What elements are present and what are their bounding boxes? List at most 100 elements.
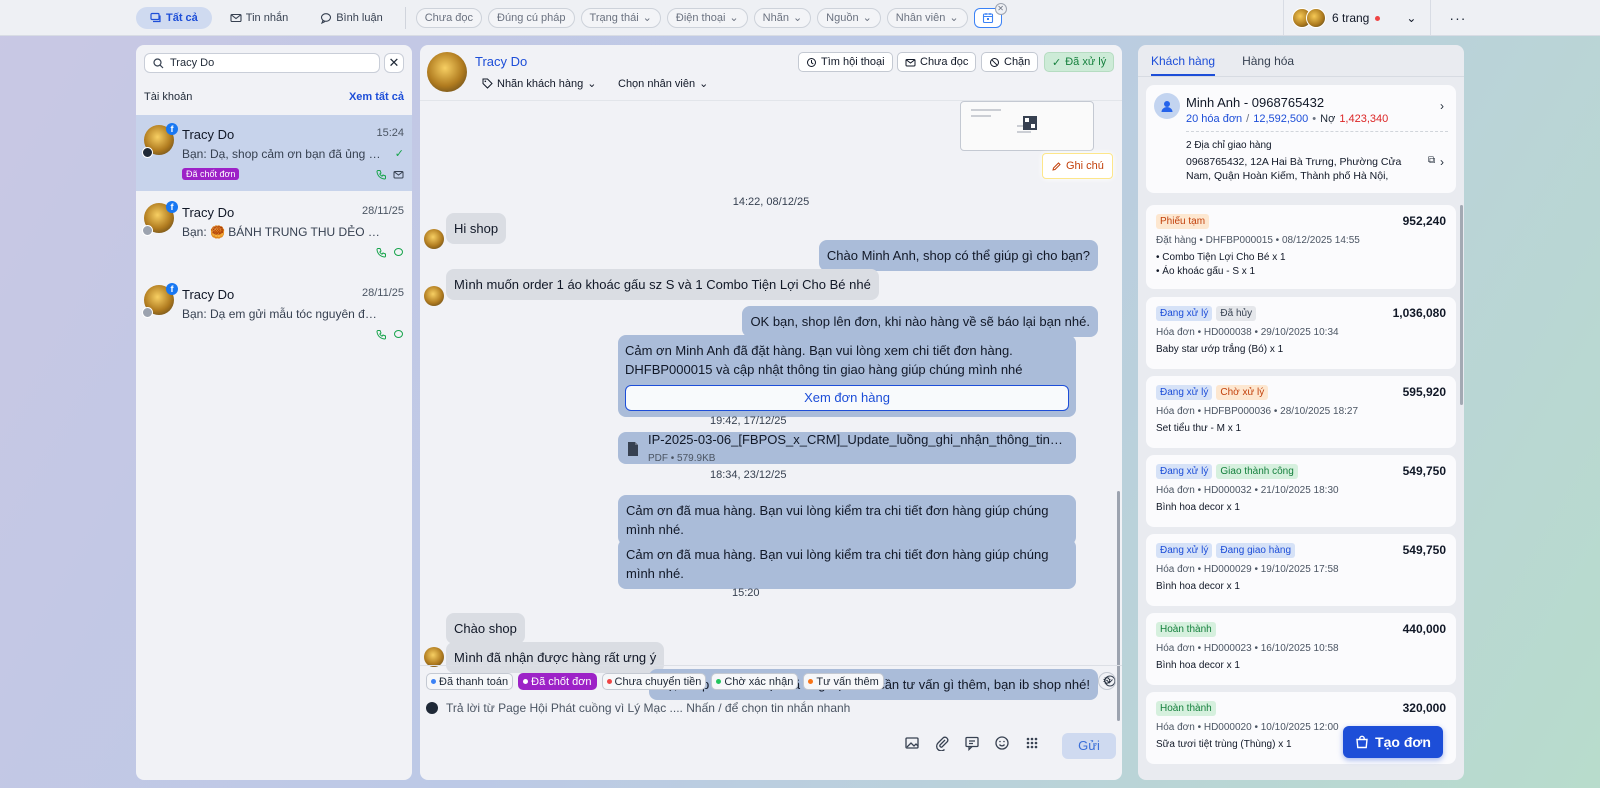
search-input[interactable]: Tracy Do [144, 53, 380, 73]
divider [404, 6, 406, 29]
tag-dot [523, 679, 529, 684]
conversation-item[interactable]: f Tracy Do 15:24 Bạn: Dạ, shop cảm ơn bạ… [136, 115, 412, 191]
status-badge: Đang xử lý [1156, 464, 1213, 479]
phone-icon [376, 247, 387, 258]
filter-unread[interactable]: Chưa đọc [415, 7, 483, 28]
copy-icon[interactable]: ⧉ [1428, 155, 1435, 166]
facebook-icon: f [166, 123, 178, 135]
search-value: Tracy Do [170, 57, 215, 69]
conversation-name: Tracy Do [182, 205, 235, 220]
notification-dot [1375, 15, 1381, 21]
view-order-button[interactable]: Xem đơn hàng [625, 385, 1069, 411]
status-badge: Đang xử lý [1156, 306, 1213, 321]
staff-select[interactable]: Chọn nhân viên ⌄ [618, 77, 709, 91]
filter-phone[interactable]: Điện thoại ⌄ [666, 7, 748, 28]
apps-icon[interactable] [1024, 735, 1040, 751]
clear-date-icon[interactable]: ✕ [994, 2, 1007, 15]
scrollbar[interactable] [1460, 205, 1463, 405]
tab-all-label: Tất cả [166, 11, 198, 24]
close-icon: ✕ [388, 55, 400, 70]
filter-label[interactable]: Nhãn ⌄ [753, 7, 812, 28]
tab-products[interactable]: Hàng hóa [1242, 45, 1294, 76]
conversation-item[interactable]: f Tracy Do 28/11/25 Bạn: 🥮 BÁNH TRUNG TH… [136, 193, 412, 273]
note-label: Ghi chú [1066, 160, 1104, 172]
gear-icon[interactable]: ⚙ [1098, 672, 1116, 690]
tab-all[interactable]: Tất cả [136, 6, 212, 29]
filter-status[interactable]: Trạng thái ⌄ [580, 7, 661, 28]
chevron-down-icon: ⌄ [792, 12, 803, 24]
chevron-down-icon: ⌄ [642, 12, 652, 24]
view-all-link[interactable]: Xem tất cả [349, 91, 404, 103]
order-meta: Hóa đơn • HD000038 • 29/10/2025 10:34 [1156, 327, 1339, 338]
order-card[interactable]: Phiếu tạm 952,240 Đặt hàng • DHFBP000015… [1146, 205, 1456, 289]
order-message: Cảm ơn Minh Anh đã đặt hàng. Bạn vui lòn… [618, 335, 1076, 417]
unread-label: Chưa đọc [920, 56, 969, 68]
tab-messages[interactable]: Tin nhắn [216, 7, 302, 29]
conversation-preview: Bạn: 🥮 BÁNH TRUNG THU DẺO – ĐẬM VỊ TRUYỀ… [182, 225, 382, 239]
customer-card[interactable]: Minh Anh - 0968765432 › 20 hóa đơn / 12,… [1146, 85, 1456, 193]
tag-icon [482, 78, 493, 89]
tag-label: Đã thanh toán [439, 675, 509, 688]
chat-contact-name[interactable]: Tracy Do [475, 54, 527, 69]
order-card[interactable]: Đang xử lý Đã hủy 1,036,080 Hóa đơn • HD0… [1146, 297, 1456, 369]
order-amount: 320,000 [1402, 701, 1446, 715]
note-button[interactable]: Ghi chú [1042, 153, 1113, 179]
block-label: Chặn [1004, 56, 1031, 68]
order-card[interactable]: Đang xử lý Đang giao hàng 549,750 Hóa đơn… [1146, 534, 1456, 606]
block-button[interactable]: Chặn [981, 52, 1039, 72]
timestamp: 18:34, 23/12/25 [710, 469, 787, 481]
tag-unpaid[interactable]: Chưa chuyển tiền [601, 673, 707, 690]
order-card[interactable]: Đang xử lý Giao thành công 549,750 Hóa đơ… [1146, 455, 1456, 527]
chevron-right-icon[interactable]: › [1440, 99, 1444, 113]
filter-staff[interactable]: Nhân viên ⌄ [886, 7, 968, 28]
message-list: Ghi chú 14:22, 08/12/25 Hi shop Chào Min… [420, 101, 1122, 721]
tab-customer[interactable]: Khách hàng [1151, 45, 1216, 76]
attach-icon[interactable] [934, 735, 950, 751]
mark-done-button[interactable]: ✓ Đã xử lý [1044, 52, 1115, 72]
filter-unread-label: Chưa đọc [424, 11, 474, 24]
quick-reply-icon[interactable] [964, 735, 980, 751]
status-badge: Đang xử lý [1156, 385, 1213, 400]
conversation-name: Tracy Do [182, 127, 235, 142]
avatar [424, 647, 444, 667]
tag-closed[interactable]: Đã chốt đơn [518, 673, 597, 690]
conversation-preview: Bạn: Dạ em gửi mẫu tóc nguyên đầu siêu đ… [182, 307, 382, 321]
send-button[interactable]: Gửi [1062, 733, 1116, 759]
customer-label-text: Nhãn khách hàng [497, 77, 584, 90]
reply-input[interactable]: Trả lời từ Page Hội Phát cuồng vì Lý Mạc… [426, 701, 1116, 715]
chevron-down-icon: ⌄ [699, 78, 709, 90]
filter-syntax[interactable]: Đúng cú pháp [488, 7, 575, 28]
tag-paid[interactable]: Đã thanh toán [426, 673, 514, 690]
scrollbar[interactable] [1117, 491, 1120, 721]
clear-search-button[interactable]: ✕ [384, 53, 404, 73]
file-meta: PDF • 579.9KB [648, 453, 716, 464]
find-conversation-button[interactable]: Tìm hội thoại [798, 52, 893, 72]
address-title: 2 Địa chỉ giao hàng [1186, 140, 1272, 151]
mail-icon [393, 169, 404, 180]
date-filter-button[interactable]: ✕ [973, 2, 1007, 28]
create-order-button[interactable]: Tạo đơn [1343, 726, 1443, 758]
tag-pending[interactable]: Chờ xác nhận [711, 673, 799, 690]
tag-consult[interactable]: Tư vấn thêm [803, 673, 884, 690]
customer-label-select[interactable]: Nhãn khách hàng ⌄ [482, 77, 596, 90]
order-amount: 440,000 [1402, 622, 1446, 636]
document-preview-image[interactable] [960, 101, 1094, 151]
tab-comments[interactable]: Bình luận [306, 7, 396, 29]
conversation-item[interactable]: f Tracy Do 28/11/25 Bạn: Dạ em gửi mẫu t… [136, 275, 412, 355]
emoji-icon[interactable] [994, 735, 1010, 751]
chevron-right-icon[interactable]: › [1440, 155, 1444, 169]
filter-source[interactable]: Nguồn ⌄ [817, 7, 881, 28]
history-icon [806, 57, 817, 68]
message-incoming: Mình đã nhận được hàng rất ưng ý [446, 642, 665, 673]
page-selector[interactable]: 6 trang ⌄ ··· [1283, 0, 1466, 36]
tag-dot [808, 679, 814, 684]
status-badge: Đang xử lý [1156, 543, 1213, 558]
order-item: Bình hoa decor x 1 [1156, 502, 1240, 513]
order-card[interactable]: Hoàn thành 440,000 Hóa đơn • HD000023 • … [1146, 613, 1456, 685]
chevron-down-icon: ⌄ [1406, 11, 1417, 25]
more-icon[interactable]: ··· [1449, 10, 1466, 26]
file-attachment[interactable]: IP-2025-03-06_[FBPOS_x_CRM]_Update_luồng… [618, 432, 1076, 464]
mark-unread-button[interactable]: Chưa đọc [897, 52, 977, 72]
image-icon[interactable] [904, 735, 920, 751]
order-card[interactable]: Đang xử lý Chờ xử lý 595,920 Hóa đơn • HD… [1146, 376, 1456, 448]
